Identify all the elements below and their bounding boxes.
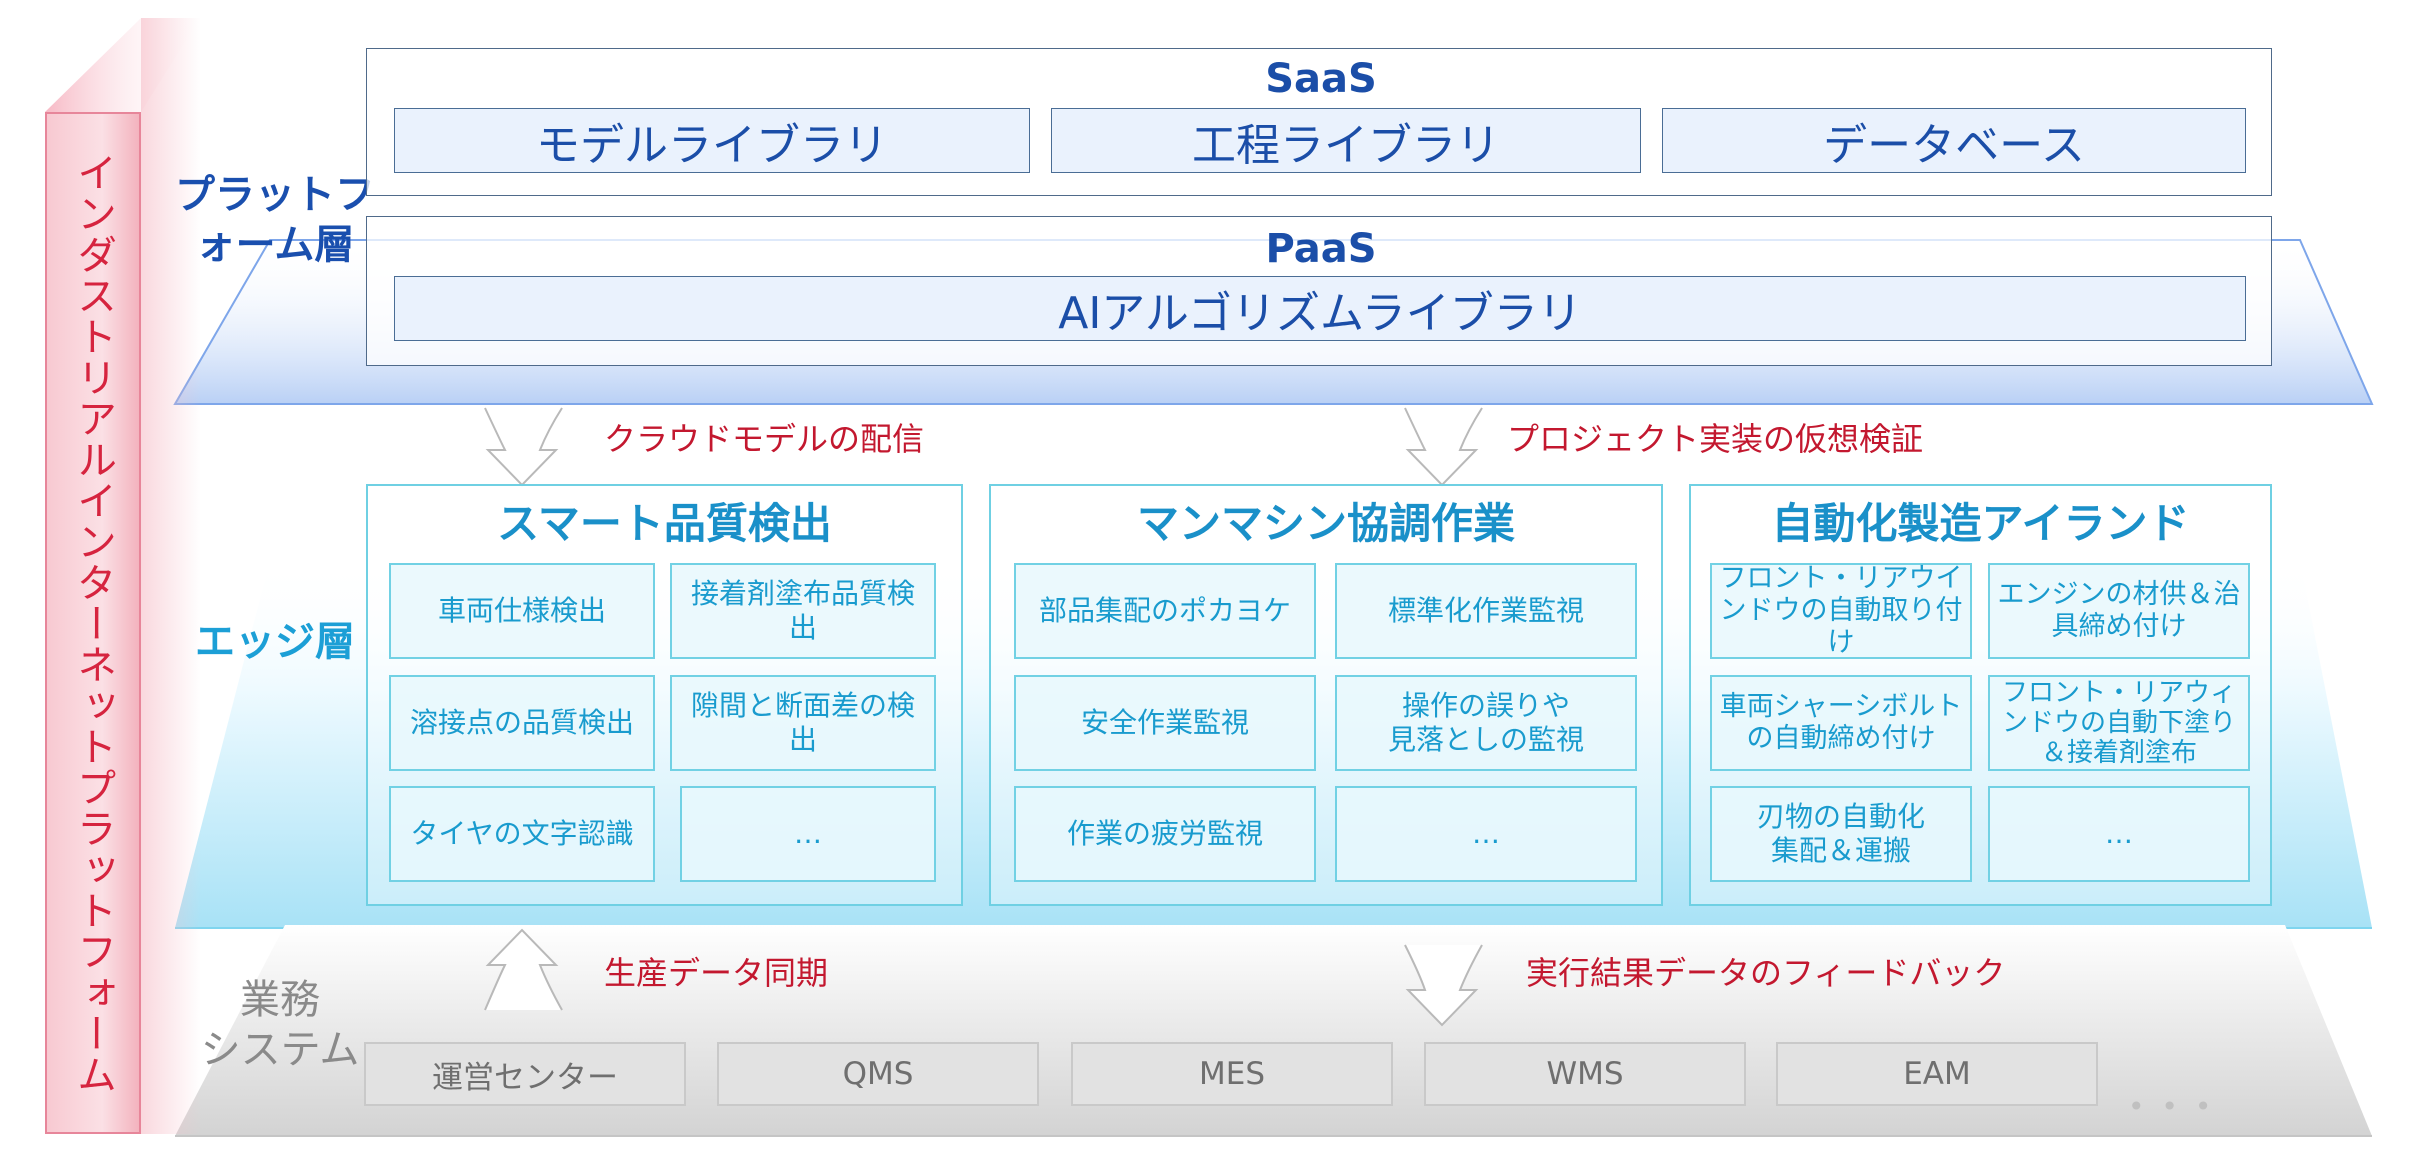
edge-layer-label: エッジ層 <box>195 619 355 665</box>
edge-item: フロント・リアウィンドウの自動下塗り＆接着剤塗布 <box>1988 675 2250 771</box>
saas-item-database: データベース <box>1662 108 2246 173</box>
paas-title: PaaS <box>1265 226 1377 272</box>
platform-layer-label: プラットフォーム層 <box>175 172 375 268</box>
edge-item: 隙間と断面差の検出 <box>670 675 936 771</box>
edge-item-more: … <box>1988 786 2250 882</box>
flow-label-virtual-verification: プロジェクト実装の仮想検証 <box>1507 420 1924 458</box>
edge-group-collaboration-title: マンマシン協調作業 <box>1136 498 1515 548</box>
arrow-down-icon <box>1404 407 1483 487</box>
edge-item: 安全作業監視 <box>1014 675 1316 771</box>
paas-item-ai-library: AIアルゴリズムライブラリ <box>394 276 2246 341</box>
edge-item: 接着剤塗布品質検出 <box>670 563 936 659</box>
flow-label-production-sync: 生産データ同期 <box>604 954 829 992</box>
edge-item: 車両シャーシボルトの自動締め付け <box>1710 675 1972 771</box>
business-item-mes: MES <box>1071 1042 1393 1106</box>
edge-group-quality-title: スマート品質検出 <box>497 498 832 548</box>
edge-group-automation-title: 自動化製造アイランド <box>1771 498 2190 548</box>
saas-item-process-library: 工程ライブラリ <box>1051 108 1641 173</box>
edge-item: 溶接点の品質検出 <box>389 675 655 771</box>
arrow-down-icon <box>484 407 563 487</box>
business-item-wms: WMS <box>1424 1042 1746 1106</box>
edge-item: 刃物の自動化 集配＆運搬 <box>1710 786 1972 882</box>
edge-item: フロント・リアウインドウの自動取り付け <box>1710 563 1972 659</box>
business-item-qms: QMS <box>717 1042 1039 1106</box>
edge-item: 作業の疲労監視 <box>1014 786 1316 882</box>
edge-item: タイヤの文字認識 <box>389 786 655 882</box>
edge-item: 標準化作業監視 <box>1335 563 1637 659</box>
edge-item: 操作の誤りや 見落としの監視 <box>1335 675 1637 771</box>
saas-item-model-library: モデルライブラリ <box>394 108 1030 173</box>
edge-item-more: … <box>680 786 936 882</box>
business-item-eam: EAM <box>1776 1042 2098 1106</box>
edge-item: 車両仕様検出 <box>389 563 655 659</box>
more-indicator: • • • <box>2128 1090 2216 1123</box>
edge-item-more: … <box>1335 786 1637 882</box>
saas-title: SaaS <box>1265 56 1377 102</box>
pillar-label: インダストリアルインターネットプラットフォーム <box>70 151 116 1095</box>
business-item-operations-center: 運営センター <box>364 1042 686 1106</box>
edge-item: 部品集配のポカヨケ <box>1014 563 1316 659</box>
flow-label-cloud-model: クラウドモデルの配信 <box>604 420 925 458</box>
business-layer-label: 業務 システム <box>200 977 360 1073</box>
edge-item: エンジンの材供＆治具締め付け <box>1988 563 2250 659</box>
flow-label-result-feedback: 実行結果データのフィードバック <box>1526 954 2006 992</box>
